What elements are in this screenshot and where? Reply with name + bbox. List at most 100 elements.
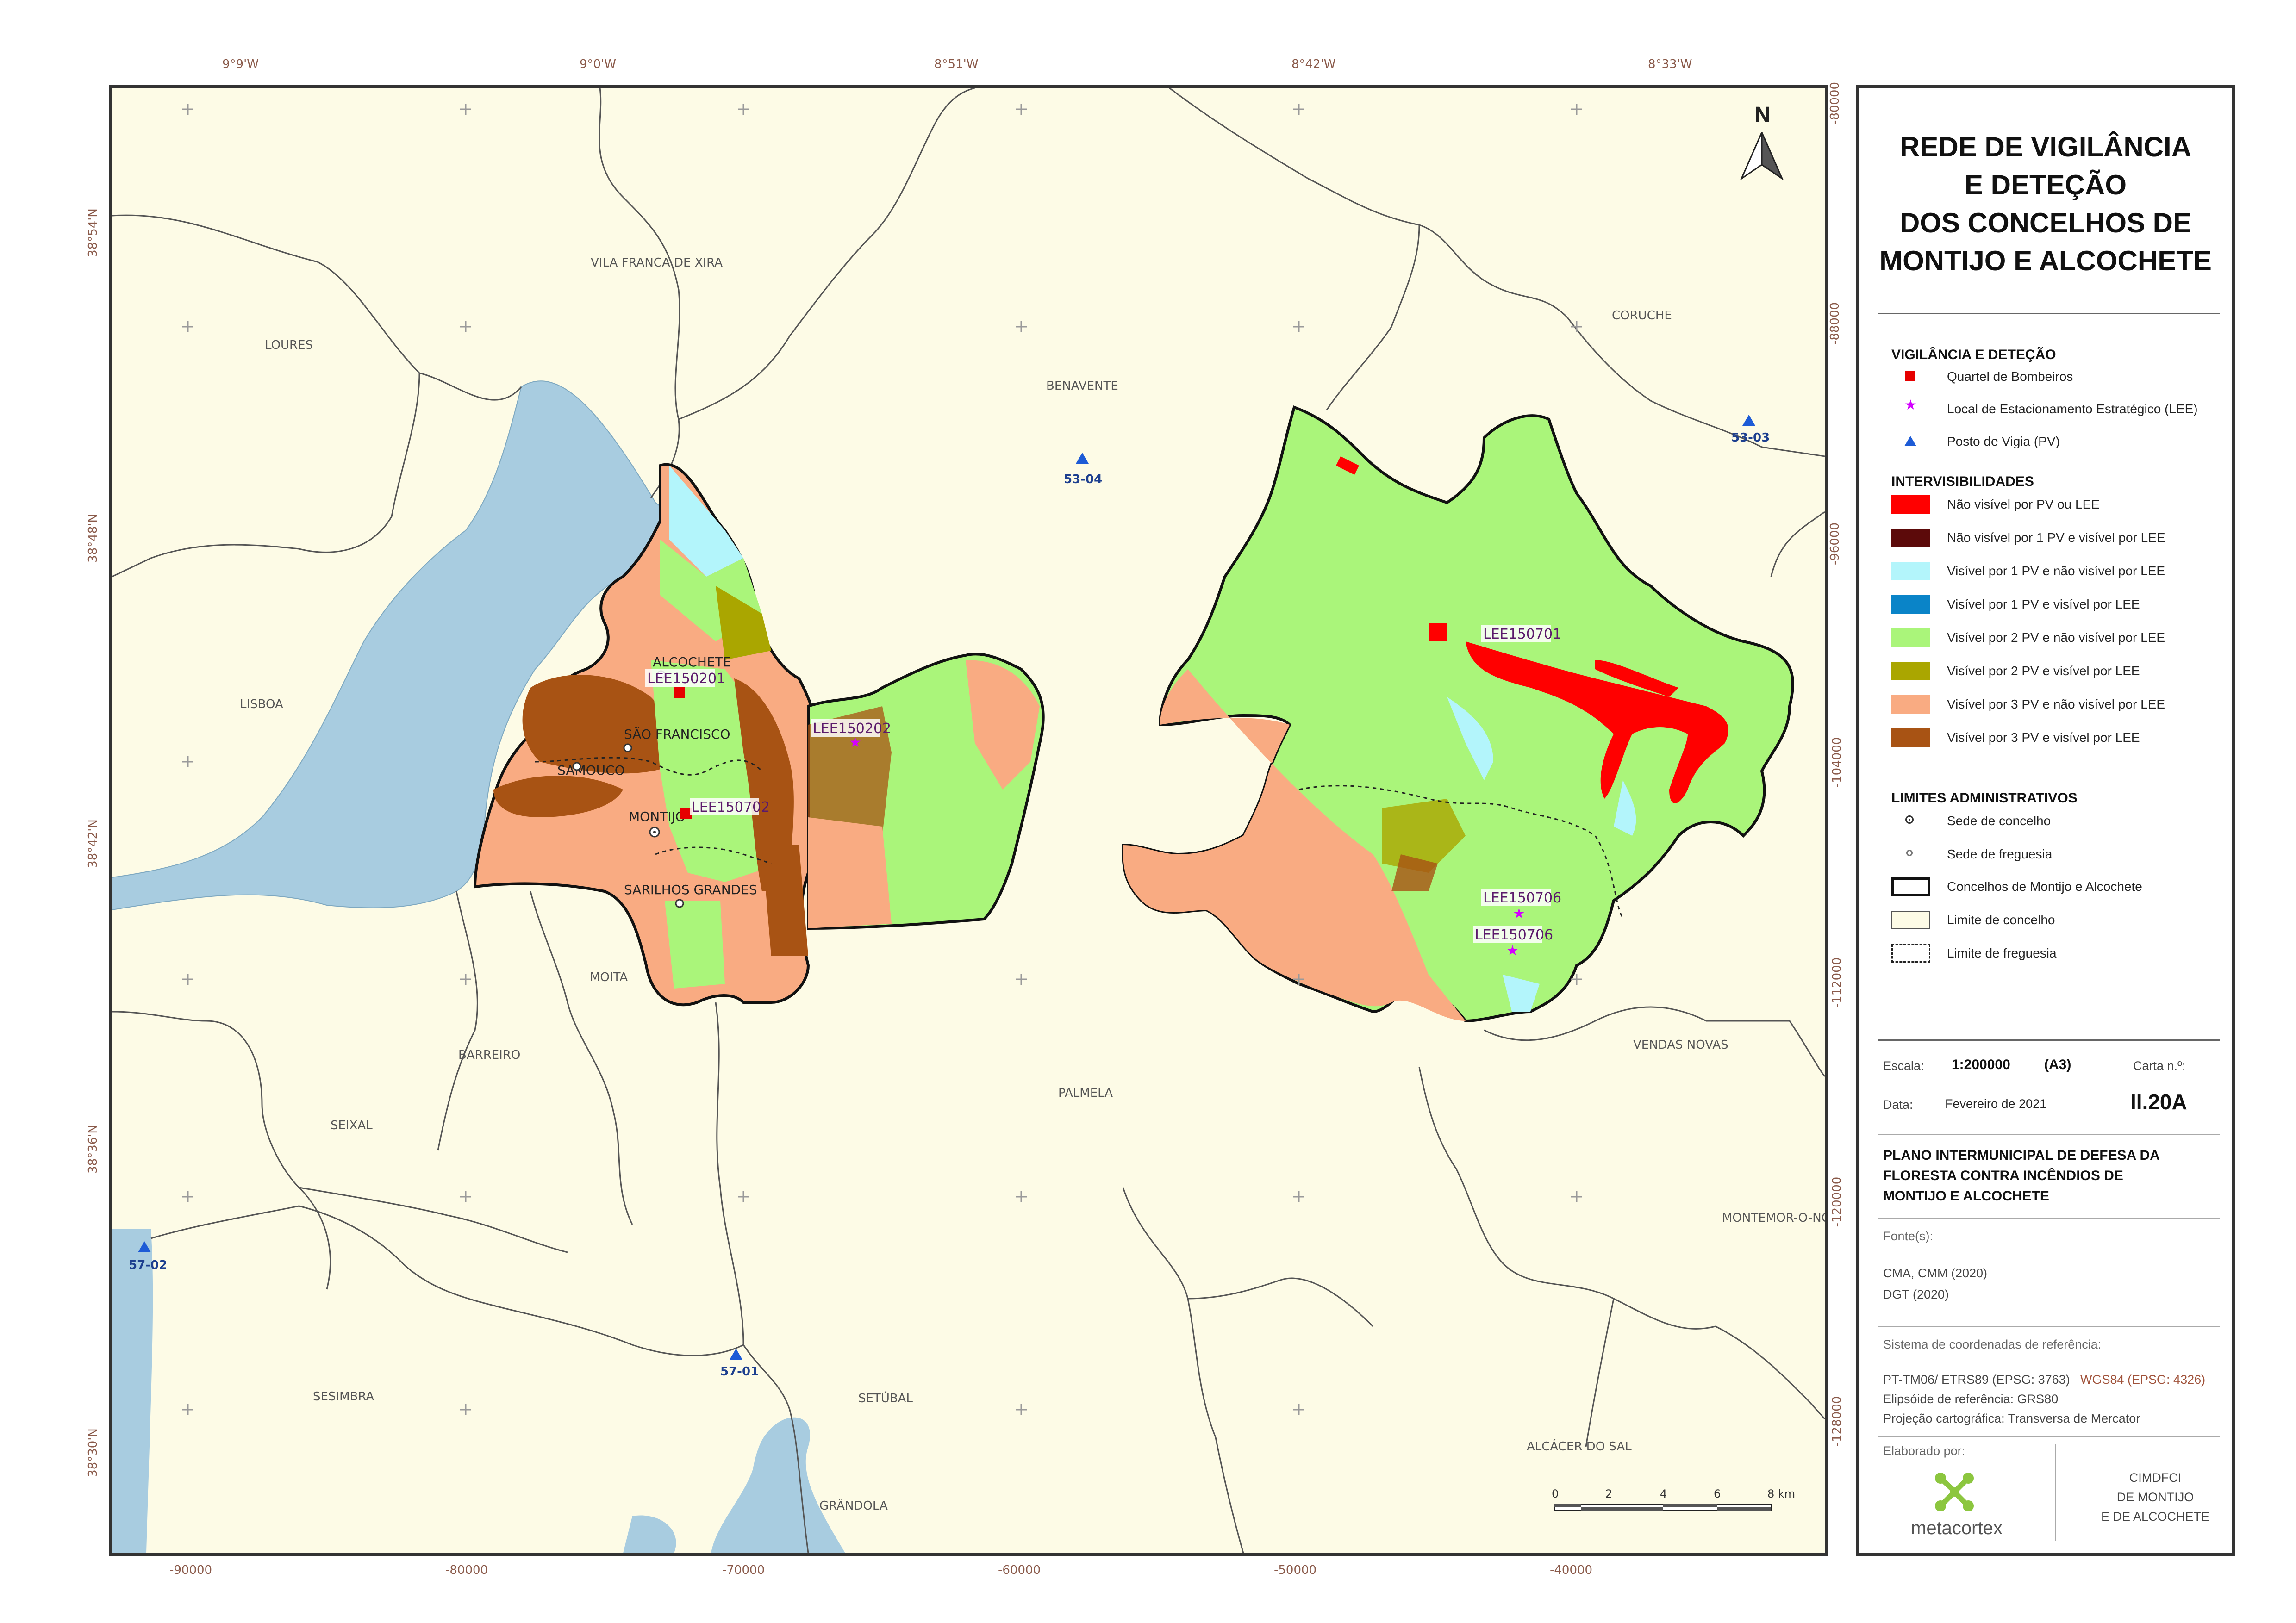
legend-row: Sede de freguesia (1891, 843, 2215, 865)
data-label: Data: (1883, 1098, 1913, 1112)
scale-tick: 2 (1605, 1487, 1612, 1500)
bombeiros-square-icon (1905, 371, 1915, 381)
sede-concelho-icon (1905, 815, 1914, 824)
legend-label: Sede de freguesia (1947, 847, 2053, 861)
plano-line: MONTIJO E ALCOCHETE (1883, 1188, 2049, 1204)
lagoon (623, 1515, 676, 1553)
y-label: -128000 (1830, 1396, 1844, 1447)
elaborado-label: Elaborado por: (1883, 1444, 1965, 1458)
panel-title-line: E DETEÇÃO (1964, 169, 2127, 200)
lat-label: 38°42'N (86, 819, 100, 868)
town-label: SAMOUCO (557, 763, 625, 778)
legend-swatch (1891, 662, 1930, 680)
place-label: LISBOA (240, 697, 283, 711)
place-label: BENAVENTE (1046, 379, 1118, 393)
pv-label: 57-02 (129, 1258, 167, 1272)
legend-swatch (1891, 529, 1930, 547)
legend-label: Visível por 1 PV e visível por LEE (1947, 597, 2140, 611)
lee-label: LEE150701 (1483, 626, 1561, 642)
lee-label: LEE150706 (1475, 927, 1553, 943)
lon-label: 8°42'W (1292, 57, 1336, 71)
atlantic-coast (112, 1229, 153, 1553)
place-label: PALMELA (1058, 1086, 1113, 1100)
place-label: SESIMBRA (313, 1390, 374, 1404)
map-frame[interactable]: VILA FRANCA DE XIRA LOURES BENAVENTE COR… (109, 85, 1828, 1556)
place-label: ALCÁCER DO SAL (1527, 1439, 1632, 1454)
x-label: -40000 (1550, 1563, 1593, 1577)
plano-line: PLANO INTERMUNICIPAL DE DEFESA DA (1883, 1148, 2160, 1163)
sistema-value: PT-TM06/ ETRS89 (EPSG: 3763) (1883, 1373, 2070, 1387)
legend-label: Visível por 3 PV e não visível por LEE (1947, 697, 2165, 711)
lon-label: 9°9'W (222, 57, 259, 71)
y-label: -120000 (1830, 1176, 1844, 1227)
legend-row: Quartel de Bombeiros (1891, 366, 2215, 388)
y-label: -104000 (1830, 737, 1844, 788)
legend-panel: REDE DE VIGILÂNCIA E DETEÇÃO DOS CONCELH… (1856, 85, 2235, 1556)
legend-label: Visível por 3 PV e visível por LEE (1947, 730, 2140, 745)
lon-label: 9°0'W (580, 57, 616, 71)
legend-label: Posto de Vigia (PV) (1947, 434, 2060, 448)
cimdfci-line: CIMDFCI (2129, 1471, 2182, 1485)
x-label: -80000 (445, 1563, 488, 1577)
town-label: SARILHOS GRANDES (624, 882, 757, 897)
legend-label: Concelhos de Montijo e Alcochete (1947, 879, 2142, 894)
x-label: -50000 (1274, 1563, 1317, 1577)
place-label: MONTEMOR-O-NO (1722, 1211, 1825, 1225)
legend-row: Visível por 1 PV e visível por LEE (1891, 593, 2215, 616)
panel-title-line: REDE DE VIGILÂNCIA (1899, 131, 2192, 162)
bombeiros-marker (674, 687, 685, 698)
lat-label: 38°54'N (86, 208, 100, 257)
legend-label: Visível por 2 PV e visível por LEE (1947, 664, 2140, 678)
north-arrow-icon (1740, 132, 1763, 181)
y-label: -112000 (1830, 957, 1844, 1008)
lee-star-icon: ★ (1904, 397, 1917, 413)
map-canvas: VILA FRANCA DE XIRA LOURES BENAVENTE COR… (112, 88, 1825, 1553)
legend-row: Limite de concelho (1891, 909, 2215, 931)
sistema-label: Sistema de coordenadas de referência: (1883, 1337, 2102, 1351)
legend-swatch (1891, 877, 1930, 896)
town-label: MONTIJO (629, 809, 686, 824)
carta-value: II.20A (2130, 1090, 2187, 1114)
metacortex-logo-icon (1931, 1469, 1978, 1515)
pv-label: 57-01 (720, 1365, 759, 1379)
town-label: SÃO FRANCISCO (624, 727, 730, 742)
legend-row: Visível por 3 PV e visível por LEE (1891, 727, 2215, 749)
town-label: ALCOCHETE (653, 654, 731, 670)
legend-label: Sede de concelho (1947, 814, 2051, 828)
section-intervisibilidades: INTERVISIBILIDADES (1891, 474, 2034, 489)
lon-label: 8°33'W (1648, 57, 1692, 71)
lee-label: LEE150201 (647, 671, 725, 687)
legend-row: Concelhos de Montijo e Alcochete (1891, 876, 2215, 898)
plano-line: FLORESTA CONTRA INCÊNDIOS DE (1883, 1168, 2123, 1183)
scale-tick: 0 (1552, 1487, 1559, 1500)
legend-label: Não visível por PV ou LEE (1947, 497, 2100, 511)
pv-triangle-icon (1904, 436, 1916, 446)
x-label: -90000 (169, 1563, 212, 1577)
legend-label: Quartel de Bombeiros (1947, 369, 2073, 384)
y-label: -88000 (1828, 302, 1842, 345)
panel-title-line: MONTIJO E ALCOCHETE (1879, 245, 2212, 276)
legend-label: Visível por 1 PV e não visível por LEE (1947, 564, 2165, 578)
place-label: GRÂNDOLA (819, 1498, 888, 1513)
legend-row: Visível por 2 PV e não visível por LEE (1891, 627, 2215, 649)
panel-title-line: DOS CONCELHOS DE (1899, 207, 2192, 238)
legend-row: Visível por 2 PV e visível por LEE (1891, 660, 2215, 682)
sede-freguesia-marker (675, 899, 684, 908)
carta-label: Carta n.º: (2133, 1059, 2186, 1073)
place-label: MOITA (590, 970, 628, 984)
legend-row: Sede de concelho (1891, 810, 2215, 832)
cimdfci-line: DE MONTIJO (2116, 1490, 2194, 1504)
scale-bar: 0 2 4 6 8 km (1552, 1487, 1795, 1511)
fontes-label: Fonte(s): (1883, 1229, 1934, 1243)
sado-estuary (711, 1417, 845, 1553)
y-label: -80000 (1828, 81, 1842, 125)
lat-label: 38°36'N (86, 1125, 100, 1174)
sede-freguesia-marker (623, 743, 632, 752)
place-label: CORUCHE (1612, 309, 1672, 323)
place-label: VENDAS NOVAS (1633, 1038, 1728, 1052)
sistema-wgs: WGS84 (EPSG: 4326) (2080, 1373, 2206, 1387)
legend-label: Local de Estacionamento Estratégico (LEE… (1947, 402, 2198, 416)
pv-triangle-icon (1076, 453, 1089, 464)
legend-swatch (1891, 728, 1930, 747)
legend-label: Não visível por 1 PV e visível por LEE (1947, 530, 2165, 545)
